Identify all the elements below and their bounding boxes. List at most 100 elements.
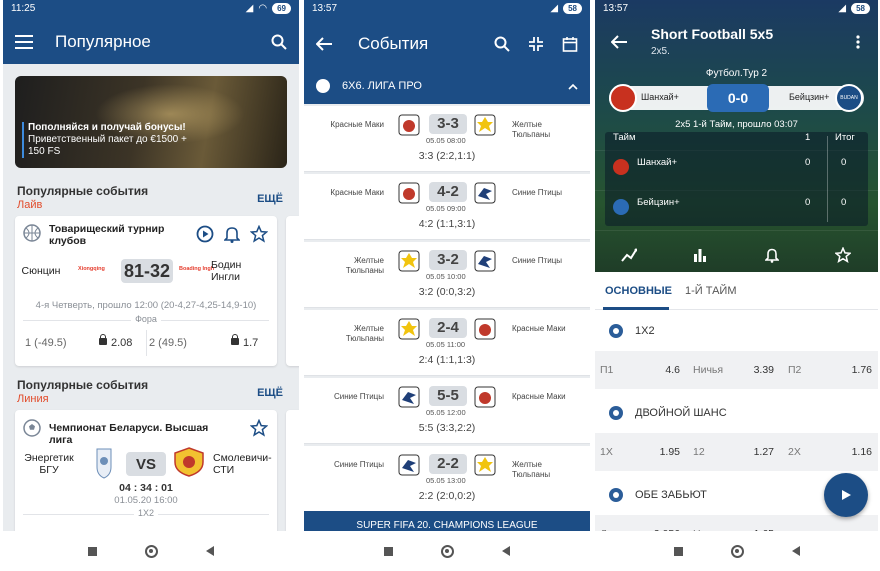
match-date: 01.05.20 16:00 [114,495,178,506]
market-header[interactable]: ДВОЙНОЙ ШАНС [595,393,878,433]
status-bar: 13:57 ◢ 58 [595,0,878,16]
match-row[interactable]: Красные Маки 4-2 Синие Птицы 05.05 09:00 4:2… [304,174,590,240]
star-icon[interactable] [250,225,268,243]
banner-line1: Пополняйся и получай бонусы! [28,122,186,133]
recents-icon[interactable] [88,546,97,556]
recents-icon[interactable] [673,546,683,556]
match-row[interactable]: Желтые Тюльпаны 2-4 Красные Маки 05.05 11:0… [304,310,590,376]
live-event-card[interactable]: Товарищеский турнир клубов Сюнцин Xiongq… [15,216,277,366]
chart-line-icon[interactable] [621,248,637,262]
chevron-up-icon[interactable] [568,83,578,90]
odd-value[interactable]: 1.27 [754,446,774,458]
line-more-link[interactable]: ЕЩЁ [257,387,283,399]
home-team-name: Желтые Тюльпаны [345,324,384,343]
table-header-team: Тайм [613,131,636,143]
odd2-value: 1.7 [243,337,259,349]
promo-banner[interactable]: Пополняйся и получай бонусы! Приветствен… [15,76,287,168]
live-team2-name: Бодин Ингли [211,259,242,283]
away-team-logo [474,318,496,340]
team2-logo [173,447,205,477]
play-video-icon[interactable] [196,225,214,243]
market-header[interactable]: 1X2 [595,311,878,351]
home-icon[interactable] [730,544,744,558]
odd-label[interactable]: 2X [788,446,801,458]
league-header[interactable]: 6X6. ЛИГА ПРО [304,68,590,104]
table-row1-team: Шанхай+ [637,156,678,168]
football-icon [316,79,330,93]
odd-value[interactable]: 1.95 [660,446,680,458]
lock-icon [231,334,239,345]
home-team-logo [398,250,420,272]
team1-name: Шанхай+ [641,92,679,102]
battery-icon: 58 [563,2,582,14]
market-odds-row: П1 4.6 Ничья 3.39 П2 1.76 [595,351,878,389]
odd-label[interactable]: 12 [693,446,705,458]
bell-icon[interactable] [765,247,779,263]
page-title: Популярное [55,32,151,51]
play-fab-button[interactable] [824,473,868,517]
star-icon[interactable] [835,247,851,263]
search-icon[interactable] [271,34,287,50]
match-row[interactable]: Красные Маки 3-3 Желтые Тюльпаны 05.05 08:0… [304,106,590,172]
tab-first-half[interactable]: 1-Й ТАЙМ [685,285,737,297]
odd-label[interactable]: 1X [600,446,613,458]
home-team-logo [398,386,420,408]
stats-bars-icon[interactable] [693,248,707,262]
back-icon[interactable] [502,546,510,556]
next-line-card[interactable] [286,410,299,535]
bell-icon[interactable] [224,225,240,243]
match-row[interactable]: Синие Птицы 5-5 Красные Маки 05.05 12:00 5:5… [304,378,590,444]
live-score: 81-32 [121,259,173,283]
odd-label[interactable]: П2 [788,364,801,376]
calendar-icon[interactable] [562,36,578,52]
tab-main[interactable]: ОСНОВНЫЕ [605,285,672,297]
divider [146,330,147,356]
odd-label[interactable]: П1 [600,364,613,376]
lock-icon [99,334,107,345]
table-header-total: Итог [835,131,855,143]
market-name: ОБЕ ЗАБЬЮТ [635,489,707,501]
back-icon[interactable] [206,546,214,556]
away-team-name: Желтые Тюльпаны [512,460,551,479]
more-vert-icon[interactable] [856,35,860,49]
next-league-header[interactable]: SUPER FIFA 20. CHAMPIONS LEAGUE [304,511,590,531]
away-team-logo [474,454,496,476]
away-team-logo [474,114,496,136]
back-arrow-icon[interactable] [316,37,332,51]
back-arrow-icon[interactable] [611,35,627,49]
odd-value[interactable]: 3.39 [754,364,774,376]
match-status: 2x5 1-й Тайм, прошло 03:07 [675,119,798,130]
events-screen: 13:57 ◢ 58 События 6X6. ЛИГА ПРО Красные… [304,0,590,571]
next-live-card[interactable] [286,216,299,366]
odd-label[interactable]: Ничья [693,364,723,376]
search-icon[interactable] [494,36,510,52]
home-team-logo [398,182,420,204]
live-more-link[interactable]: ЕЩЁ [257,193,283,205]
collapse-icon[interactable] [528,36,544,52]
odd-value[interactable]: 1.16 [852,446,872,458]
match-date: 05.05 08:00 [426,136,466,145]
odd2-label: 2 (49.5) [149,337,187,349]
line-event-card[interactable]: Чемпионат Беларуси. Высшая лига Энергети… [15,410,277,535]
odd-value[interactable]: 4.6 [665,364,680,376]
home-team-logo [398,454,420,476]
team1-logo [609,84,637,112]
home-icon[interactable] [145,544,158,558]
live-odd2[interactable]: 2 (49.5) 1.7 [149,334,259,349]
odd-value[interactable]: 1.76 [852,364,872,376]
match-row[interactable]: Желтые Тюльпаны 3-2 Синие Птицы 05.05 10:00… [304,242,590,308]
live-odd1[interactable]: 1 (-49.5) 2.08 [25,334,132,349]
football-icon [23,419,41,437]
star-icon[interactable] [250,419,268,437]
match-row[interactable]: Синие Птицы 2-2 Желтые Тюльпаны 05.05 13:00… [304,446,590,512]
recents-icon[interactable] [384,546,393,556]
back-icon[interactable] [791,546,800,556]
battery-icon: 69 [272,2,291,14]
menu-icon[interactable] [15,35,33,49]
home-team-name: Синие Птицы [333,392,384,401]
match-score: 3-3 [429,114,467,134]
home-icon[interactable] [441,544,454,558]
match-date: 05.05 09:00 [426,204,466,213]
football-icon [609,488,623,502]
away-team-logo [474,250,496,272]
